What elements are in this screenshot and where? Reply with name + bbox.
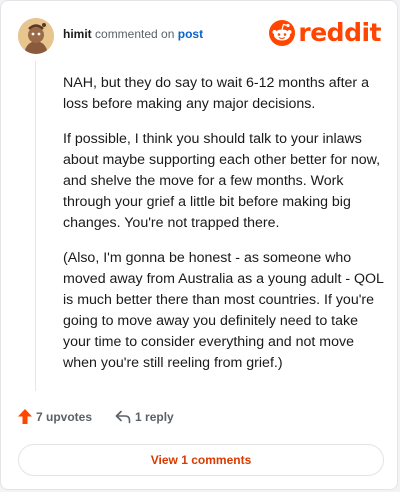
reddit-logo[interactable]: reddit xyxy=(269,19,381,47)
comment-card: himit commented on post reddit NAH, but … xyxy=(0,0,398,490)
comment-header: himit commented on post xyxy=(63,27,203,41)
thread-line[interactable] xyxy=(35,61,36,391)
comment-paragraph: If possible, I think you should talk to … xyxy=(63,131,381,231)
reply-arrow-icon xyxy=(115,410,131,423)
post-link[interactable]: post xyxy=(178,27,203,41)
comment-paragraph: (Also, I'm gonna be honest - as someone … xyxy=(63,250,384,371)
upvote-count: 7 upvotes xyxy=(36,409,93,424)
comment-body: NAH, but they do say to wait 6-12 months… xyxy=(63,73,385,388)
comment-paragraph: NAH, but they do say to wait 6-12 months… xyxy=(63,75,369,112)
username-link[interactable]: himit xyxy=(63,27,92,41)
view-comments-button[interactable]: View 1 comments xyxy=(18,444,384,476)
upvote-button[interactable]: 7 upvotes xyxy=(18,409,92,424)
reply-count: 1 reply xyxy=(135,409,174,424)
avatar-snoo-icon xyxy=(18,18,54,54)
reply-button[interactable]: 1 reply xyxy=(115,410,174,424)
upvote-arrow-icon xyxy=(18,409,32,424)
reddit-wordmark: reddit xyxy=(298,18,381,47)
reddit-snoo-icon xyxy=(269,20,296,46)
avatar[interactable] xyxy=(18,18,54,54)
comment-actions: 7 upvotes 1 reply xyxy=(18,409,174,424)
commented-on-label: commented on xyxy=(95,27,175,41)
